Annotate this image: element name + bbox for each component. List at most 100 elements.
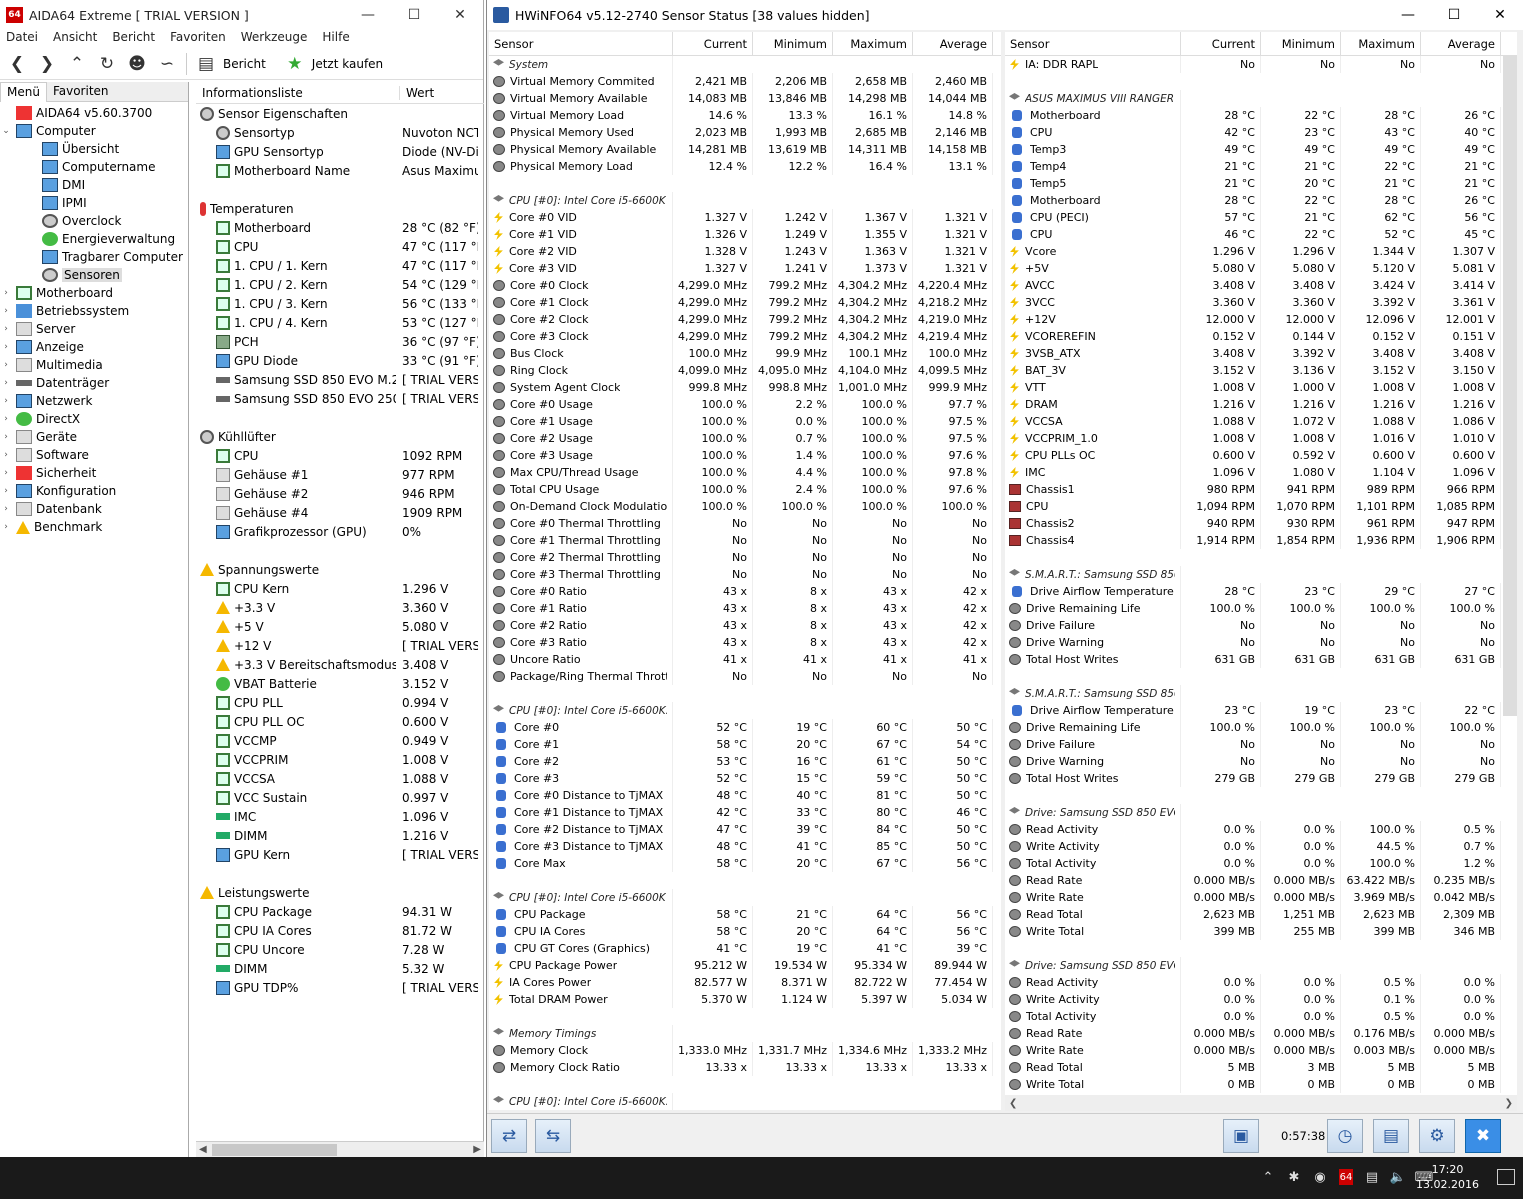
sensor-row[interactable]: Physical Memory Available 14,281 MB 13,619… xyxy=(489,141,1001,158)
sensor-row[interactable]: Physical Memory Load 12.4 % 12.2 % 16.4 % 13… xyxy=(489,158,1001,175)
detail-row[interactable]: Samsung SSD 850 EVO 250GB [ TRIAL VERSIO xyxy=(196,389,484,408)
detail-row[interactable]: 1. CPU / 1. Kern 47 °C (117 °F) xyxy=(196,256,484,275)
sensor-row[interactable]: Chassis1 980 RPM 941 RPM 989 RPM 966 RPM xyxy=(1005,481,1517,498)
sensor-group-header[interactable]: S.M.A.R.T.: Samsung SSD 850 E... xyxy=(1005,685,1517,702)
tree-item[interactable]: › Server xyxy=(0,320,188,338)
sensor-row[interactable]: Physical Memory Used 2,023 MB 1,993 MB 2,68… xyxy=(489,124,1001,141)
sensor-row[interactable]: Bus Clock 100.0 MHz 99.9 MHz 100.1 MHz 100.0… xyxy=(489,345,1001,362)
column-wert[interactable]: Wert xyxy=(400,86,434,100)
sensor-row[interactable]: Chassis4 1,914 RPM 1,854 RPM 1,936 RPM 1,906… xyxy=(1005,532,1517,549)
network-icon[interactable]: ▤ xyxy=(1365,1169,1379,1185)
detail-row[interactable]: CPU 1092 RPM xyxy=(196,446,484,465)
sensor-row[interactable]: Read Total 2,623 MB 1,251 MB 2,623 MB 2,309 … xyxy=(1005,906,1517,923)
tree-item[interactable]: IPMI xyxy=(0,194,188,212)
sensor-row[interactable]: Core #3 52 °C 15 °C 59 °C 50 °C xyxy=(489,770,1001,787)
tree-item[interactable]: DMI xyxy=(0,176,188,194)
detail-row[interactable]: +5 V 5.080 V xyxy=(196,617,484,636)
sensor-row[interactable]: Temp5 21 °C 20 °C 21 °C 21 °C xyxy=(1005,175,1517,192)
column-sensor[interactable]: Sensor xyxy=(489,32,673,56)
detail-row[interactable]: Gehäuse #2 946 RPM xyxy=(196,484,484,503)
menu-favoriten[interactable]: Favoriten xyxy=(170,30,226,48)
sensor-row[interactable]: Core Max 58 °C 20 °C 67 °C 56 °C xyxy=(489,855,1001,872)
expand-icon[interactable]: › xyxy=(0,342,12,352)
sensor-row[interactable]: +5V 5.080 V 5.080 V 5.120 V 5.081 V xyxy=(1005,260,1517,277)
tree-item[interactable]: Übersicht xyxy=(0,140,188,158)
sensor-row[interactable]: Core #1 Usage 100.0 % 0.0 % 100.0 % 97.5 % xyxy=(489,413,1001,430)
sensor-row[interactable]: Virtual Memory Load 14.6 % 13.3 % 16.1 % 14.… xyxy=(489,107,1001,124)
sensor-row[interactable]: Write Rate 0.000 MB/s 0.000 MB/s 3.969 MB/s… xyxy=(1005,889,1517,906)
sensor-row[interactable]: Core #1 Distance to TjMAX 42 °C 33 °C 80 °C… xyxy=(489,804,1001,821)
sensor-row[interactable]: BAT_3V 3.152 V 3.136 V 3.152 V 3.150 V xyxy=(1005,362,1517,379)
detail-row[interactable]: Gehäuse #4 1909 RPM xyxy=(196,503,484,522)
sensor-row[interactable]: CPU Package 58 °C 21 °C 64 °C 56 °C xyxy=(489,906,1001,923)
tree-item[interactable]: › Konfiguration xyxy=(0,482,188,500)
tree-item[interactable]: › Sicherheit xyxy=(0,464,188,482)
sensor-row[interactable]: Drive Warning No No No No xyxy=(1005,634,1517,651)
sensor-row[interactable]: Package/Ring Thermal ThrottlingNoNoNoNo xyxy=(489,668,1001,685)
menu-werkzeuge[interactable]: Werkzeuge xyxy=(241,30,308,48)
tree-item[interactable]: › Datenbank xyxy=(0,500,188,518)
menu-bericht[interactable]: Bericht xyxy=(112,30,155,48)
sensor-row[interactable]: Core #1 Thermal Throttling No No No No xyxy=(489,532,1001,549)
sensor-row[interactable]: Write Rate 0.000 MB/s 0.000 MB/s 0.003 MB/s… xyxy=(1005,1042,1517,1059)
detail-row[interactable]: CPU 47 °C (117 °F) xyxy=(196,237,484,256)
expand-icon[interactable]: › xyxy=(0,306,12,316)
menu-datei[interactable]: Datei xyxy=(6,30,38,48)
up-icon[interactable]: ⌃ xyxy=(66,53,88,75)
sensor-row[interactable]: Motherboard 28 °C 22 °C 28 °C 26 °C xyxy=(1005,107,1517,124)
user-icon[interactable]: ☻ xyxy=(126,53,148,75)
sensor-hscroll[interactable]: ❮ ❯ xyxy=(1005,1095,1517,1111)
sensor-row[interactable]: CPU GT Cores (Graphics) 41 °C 19 °C 41 °C 39… xyxy=(489,940,1001,957)
sensor-row[interactable]: VCCSA 1.088 V 1.072 V 1.088 V 1.086 V xyxy=(1005,413,1517,430)
expand-icon[interactable]: › xyxy=(0,378,12,388)
sensor-row[interactable]: Core #0 VID 1.327 V 1.242 V 1.367 V 1.321 V xyxy=(489,209,1001,226)
sensor-row[interactable]: CPU 42 °C 23 °C 43 °C 40 °C xyxy=(1005,124,1517,141)
sensor-row[interactable]: Core #2 Thermal Throttling No No No No xyxy=(489,549,1001,566)
sensor-row[interactable]: Core #1 Ratio 43 x8 x 43 x 42 x xyxy=(489,600,1001,617)
sensor-row[interactable]: Chassis2 940 RPM 930 RPM 961 RPM 947 RPM xyxy=(1005,515,1517,532)
sensor-row[interactable]: Core #2 53 °C 16 °C 61 °C 50 °C xyxy=(489,753,1001,770)
sensor-group-header[interactable]: ASUS MAXIMUS VIII RANGER (... xyxy=(1005,90,1517,107)
sensor-row[interactable]: Read Rate 0.000 MB/s 0.000 MB/s 63.422 MB/s… xyxy=(1005,872,1517,889)
sensor-row[interactable]: Total Host Writes 631 GB 631 GB 631 GB 631 G… xyxy=(1005,651,1517,668)
sensor-row[interactable]: Drive Failure No No No No xyxy=(1005,736,1517,753)
menu-ansicht[interactable]: Ansicht xyxy=(53,30,97,48)
group-header[interactable]: Kühllüfter xyxy=(196,427,484,446)
volume-icon[interactable]: 🔈 xyxy=(1390,1169,1406,1185)
sensor-row[interactable]: Total Activity 0.0 % 0.0 % 0.5 % 0.0 % xyxy=(1005,1008,1517,1025)
sensor-row[interactable]: Memory Clock 1,333.0 MHz 1,331.7 MHz 1,334.… xyxy=(489,1042,1001,1059)
sensor-vscroll[interactable] xyxy=(1503,56,1517,716)
detail-row[interactable]: CPU PLL 0.994 V xyxy=(196,693,484,712)
tree-item[interactable]: › DirectX xyxy=(0,410,188,428)
scroll-left-icon[interactable]: ◀ xyxy=(199,1144,207,1155)
sensor-row[interactable]: Drive Warning No No No No xyxy=(1005,753,1517,770)
column-maximum[interactable]: Maximum xyxy=(833,32,913,56)
tree-item[interactable]: › Datenträger xyxy=(0,374,188,392)
sensor-row[interactable]: DRAM 1.216 V 1.216 V 1.216 V 1.216 V xyxy=(1005,396,1517,413)
sensor-row[interactable]: Ring Clock 4,099.0 MHz 4,095.0 MHz 4,104.0 … xyxy=(489,362,1001,379)
detail-row[interactable]: 1. CPU / 4. Kern 53 °C (127 °F) xyxy=(196,313,484,332)
sensor-row[interactable]: 3VCC 3.360 V 3.360 V 3.392 V 3.361 V xyxy=(1005,294,1517,311)
tree-item[interactable]: › Betriebssystem xyxy=(0,302,188,320)
sensor-row[interactable]: Virtual Memory Available 14,083 MB 13,846 … xyxy=(489,90,1001,107)
scroll-thumb[interactable] xyxy=(212,1144,337,1156)
sensor-row[interactable]: Temp3 49 °C 49 °C 49 °C 49 °C xyxy=(1005,141,1517,158)
sensor-row[interactable]: Max CPU/Thread Usage 100.0 % 4.4 % 100.0 % 9… xyxy=(489,464,1001,481)
column-minimum[interactable]: Minimum xyxy=(1261,32,1341,56)
expand-icon[interactable]: ⌄ xyxy=(0,126,12,136)
sensor-row[interactable]: Drive Airflow Temperature 23 °C 19 °C 23 °C… xyxy=(1005,702,1517,719)
sensor-row[interactable]: Total DRAM Power 5.370 W 1.124 W 5.397 W 5.0… xyxy=(489,991,1001,1008)
detail-row[interactable]: VCCMP 0.949 V xyxy=(196,731,484,750)
detail-row[interactable]: CPU Uncore 7.28 W xyxy=(196,940,484,959)
detail-row[interactable]: 1. CPU / 3. Kern 56 °C (133 °F) xyxy=(196,294,484,313)
sensor-row[interactable]: Read Total 5 MB 3 MB 5 MB 5 MB xyxy=(1005,1059,1517,1076)
column-sensor[interactable]: Sensor xyxy=(1005,32,1181,56)
sensor-row[interactable]: Drive Remaining Life 100.0 % 100.0 % 100.0 … xyxy=(1005,719,1517,736)
column-current[interactable]: Current xyxy=(1181,32,1261,56)
sensor-row[interactable]: Core #3 VID 1.327 V 1.241 V 1.373 V 1.321 V xyxy=(489,260,1001,277)
sensor-row[interactable]: CPU PLLs OC 0.600 V 0.592 V 0.600 V 0.600 V xyxy=(1005,447,1517,464)
detail-row[interactable]: Grafikprozessor (GPU) 0% xyxy=(196,522,484,541)
column-average[interactable]: Average xyxy=(1421,32,1501,56)
tab-favorites[interactable]: Favoriten xyxy=(46,82,188,102)
back-icon[interactable]: ❮ xyxy=(6,53,28,75)
